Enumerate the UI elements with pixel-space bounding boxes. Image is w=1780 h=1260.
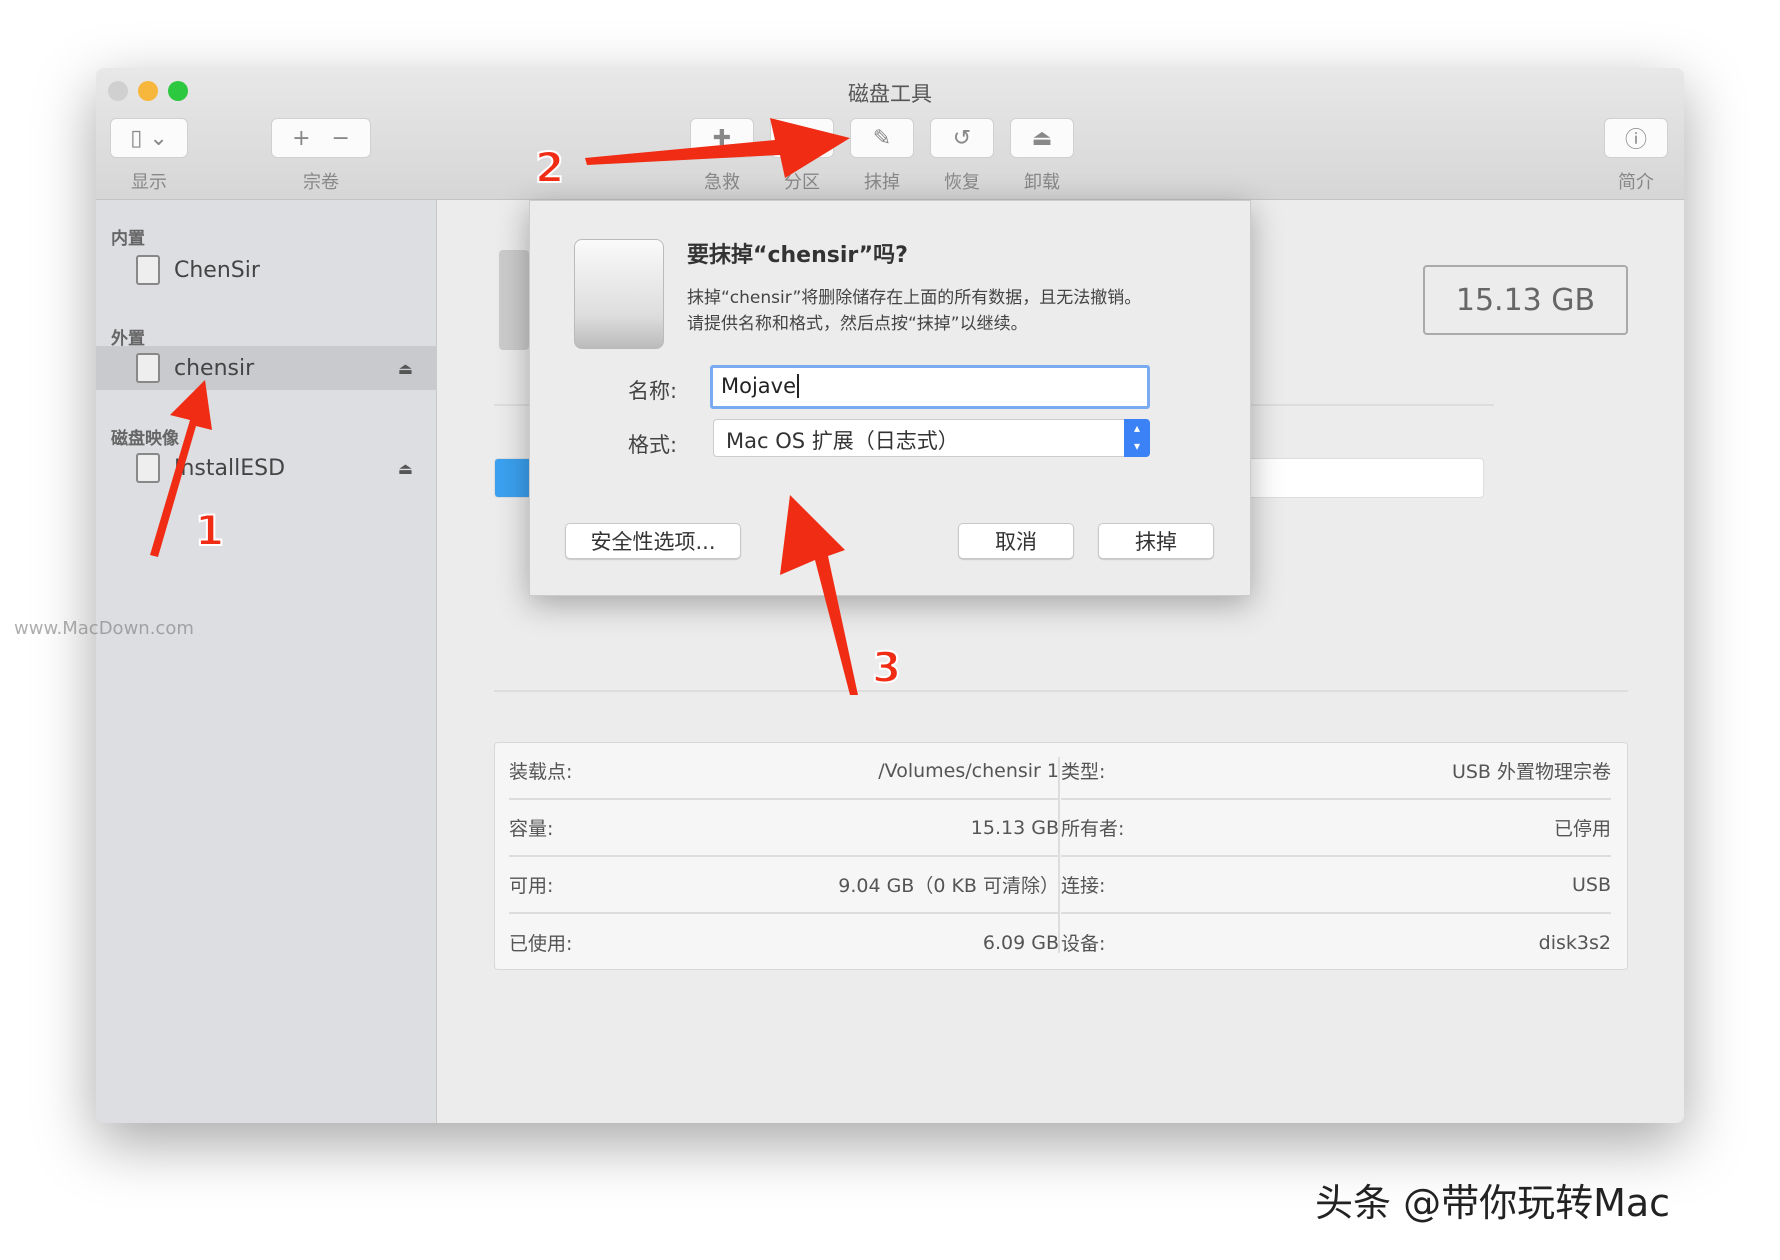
watermark-right: 头条 @带你玩转Mac [1315,1172,1670,1227]
watermark-left: www.MacDown.com [14,618,194,639]
annotation-2: 2 [535,143,564,192]
annotation-1: 1 [195,506,224,555]
annotation-3: 3 [872,643,901,692]
annotation-arrows: 1 2 3 [0,0,1780,1260]
arrow-3 [780,495,858,695]
arrow-2 [585,118,850,178]
